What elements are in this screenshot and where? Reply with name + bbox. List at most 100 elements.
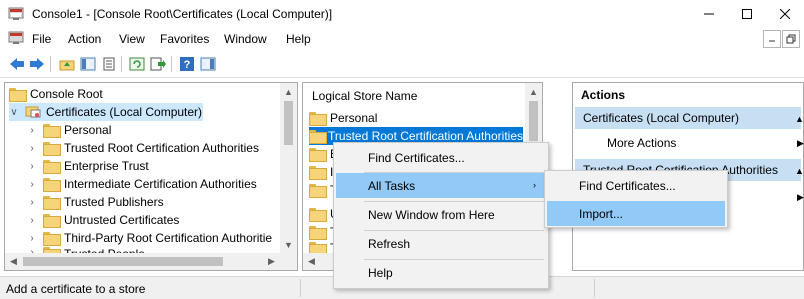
toolbar-separator <box>171 56 172 72</box>
chevron-right-icon: › <box>533 180 536 190</box>
chevron-right-icon[interactable]: › <box>27 179 37 190</box>
folder-icon <box>43 232 61 246</box>
menu-item-import[interactable]: Import... <box>547 201 725 226</box>
scrollbar-thumb[interactable] <box>529 101 538 141</box>
menu-bar: File Action View Favorites Window Help <box>0 28 804 50</box>
actions-header: Actions <box>581 88 626 102</box>
tree-item-label: Enterprise Trust <box>64 159 149 173</box>
refresh-icon[interactable] <box>128 55 146 73</box>
mdi-minimize-button[interactable] <box>763 30 781 48</box>
status-divider <box>594 279 595 297</box>
console-menu-icon[interactable] <box>8 31 24 46</box>
scroll-up-icon[interactable]: ▲ <box>525 83 542 100</box>
menu-action[interactable]: Action <box>68 32 101 46</box>
menu-help[interactable]: Help <box>286 32 311 46</box>
export-list-icon[interactable] <box>149 55 167 73</box>
status-text: Add a certificate to a store <box>6 282 146 296</box>
tree-item-personal[interactable]: › Personal <box>27 121 111 139</box>
help-icon[interactable]: ? <box>178 55 196 73</box>
menu-item-refresh[interactable]: Refresh <box>336 231 546 256</box>
show-hide-tree-icon[interactable] <box>79 55 97 73</box>
tree-item-intermediate[interactable]: › Intermediate Certification Authorities <box>27 175 257 193</box>
collapse-up-icon[interactable]: ▲ <box>795 166 804 176</box>
maximize-button[interactable] <box>728 0 766 28</box>
chevron-right-icon[interactable]: ▶ <box>797 138 804 149</box>
menu-item-all-tasks[interactable]: All Tasks › <box>336 173 546 198</box>
tree-item-label: Third-Party Root Certification Authoriti… <box>64 231 273 245</box>
menu-item-label: All Tasks <box>368 179 416 193</box>
console-tree-pane[interactable]: Console Root ∨ Certificates (Local Compu… <box>4 82 298 271</box>
chevron-right-icon[interactable]: › <box>27 125 37 136</box>
tree-item-untrusted[interactable]: › Untrusted Certificates <box>27 211 179 229</box>
list-item[interactable]: Personal <box>309 109 377 127</box>
scrollbar-thumb[interactable] <box>23 257 223 266</box>
toolbar-separator <box>50 56 51 72</box>
tree-item-label: Certificates (Local Computer) <box>46 105 203 119</box>
folder-icon <box>43 124 61 138</box>
chevron-right-icon[interactable]: › <box>27 233 37 244</box>
mdi-restore-button[interactable] <box>782 30 800 48</box>
folder-icon <box>43 142 61 156</box>
title-bar: Console1 - [Console Root\Certificates (L… <box>0 0 804 28</box>
close-button[interactable] <box>766 0 804 28</box>
tree-item-label: Untrusted Certificates <box>64 213 180 227</box>
minimize-button[interactable] <box>690 0 728 28</box>
forward-arrow-icon[interactable] <box>28 55 46 73</box>
folder-icon <box>309 130 328 144</box>
tree-vertical-scrollbar[interactable]: ▲ ▼ <box>280 83 297 253</box>
menu-file[interactable]: File <box>32 32 51 46</box>
properties-icon[interactable] <box>100 55 118 73</box>
chevron-right-icon[interactable]: › <box>27 143 37 154</box>
mmc-app-icon[interactable] <box>8 6 24 22</box>
tree-horizontal-scrollbar[interactable]: ◀ ▶ <box>5 253 280 270</box>
actions-section-label: Certificates (Local Computer) <box>583 111 740 125</box>
action-pane-icon[interactable] <box>199 55 217 73</box>
folder-icon <box>309 208 327 222</box>
menu-item-new-window[interactable]: New Window from Here <box>336 202 546 227</box>
folder-icon <box>309 184 327 198</box>
tree-item-label: Trusted Root Certification Authorities <box>64 141 259 155</box>
scroll-down-icon[interactable]: ▼ <box>280 236 297 253</box>
tree-item-certificates-local-computer[interactable]: ∨ Certificates (Local Computer) <box>9 103 203 121</box>
tree-item-console-root[interactable]: Console Root <box>9 85 103 103</box>
scroll-left-icon[interactable]: ◀ <box>5 253 22 270</box>
tree-item-trusted-root[interactable]: › Trusted Root Certification Authorities <box>27 139 259 157</box>
menu-view[interactable]: View <box>119 32 145 46</box>
chevron-right-icon[interactable]: › <box>27 161 37 172</box>
chevron-right-icon[interactable]: ▶ <box>797 192 804 203</box>
folder-icon <box>43 178 61 192</box>
chevron-down-icon[interactable]: ∨ <box>9 107 19 118</box>
scroll-up-icon[interactable]: ▲ <box>280 83 297 100</box>
up-folder-icon[interactable] <box>58 55 76 73</box>
folder-icon <box>43 160 61 174</box>
folder-icon <box>309 112 327 126</box>
folder-icon <box>43 214 61 228</box>
menu-item-find-certificates-sub[interactable]: Find Certificates... <box>547 173 725 198</box>
tree-item-trusted-publishers[interactable]: › Trusted Publishers <box>27 193 164 211</box>
scroll-left-icon[interactable]: ◀ <box>303 253 320 270</box>
list-item-label: Trusted Root Certification Authorities <box>328 129 523 143</box>
tree-item-label: Personal <box>64 123 112 137</box>
folder-icon <box>43 196 61 210</box>
menu-favorites[interactable]: Favorites <box>160 32 209 46</box>
column-header-logical-store-name[interactable]: Logical Store Name <box>303 83 542 107</box>
tree-item-third-party-root[interactable]: › Third-Party Root Certification Authori… <box>27 229 272 247</box>
back-arrow-icon[interactable] <box>8 55 26 73</box>
tree-item-label: Trusted Publishers <box>64 195 164 209</box>
tree-item-enterprise-trust[interactable]: › Enterprise Trust <box>27 157 149 175</box>
scroll-corner <box>280 253 297 270</box>
collapse-up-icon[interactable]: ▲ <box>795 114 804 124</box>
menu-item-help[interactable]: Help <box>336 260 546 285</box>
folder-icon <box>9 88 27 102</box>
action-more-actions[interactable]: More Actions <box>607 136 676 150</box>
context-menu: Find Certificates... All Tasks › New Win… <box>333 142 549 289</box>
chevron-right-icon[interactable]: › <box>27 197 37 208</box>
scroll-right-icon[interactable]: ▶ <box>263 253 280 270</box>
scrollbar-thumb[interactable] <box>284 101 293 145</box>
menu-window[interactable]: Window <box>224 32 267 46</box>
menu-item-find-certificates[interactable]: Find Certificates... <box>336 145 546 170</box>
list-item[interactable]: I <box>309 163 333 181</box>
chevron-right-icon[interactable]: › <box>27 215 37 226</box>
svg-text:?: ? <box>184 59 191 71</box>
actions-section-certificates[interactable]: Certificates (Local Computer) <box>575 107 801 129</box>
